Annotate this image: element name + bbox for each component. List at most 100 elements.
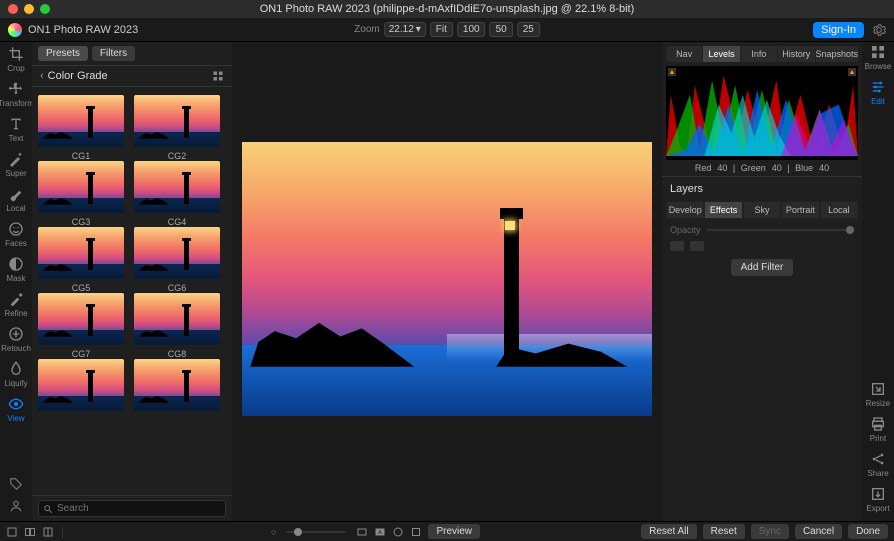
edit-module-tabs: DevelopEffectsSkyPortraitLocal bbox=[666, 201, 858, 219]
sliders-icon bbox=[870, 79, 886, 95]
preset-category-header[interactable]: ‹ Color Grade bbox=[32, 65, 232, 87]
tab-levels[interactable]: Levels bbox=[703, 46, 740, 62]
preset-category-title: Color Grade bbox=[48, 70, 108, 82]
zoom-value-input[interactable]: 22.12▾ bbox=[384, 22, 426, 37]
preset-label: CG4 bbox=[134, 217, 220, 227]
split-view-icon[interactable] bbox=[42, 526, 54, 538]
wand-icon bbox=[8, 151, 24, 167]
right-panel: NavLevelsInfoHistorySnapshots ▲ ▲ Red40 … bbox=[662, 42, 862, 521]
tool-crop[interactable]: Crop bbox=[0, 46, 34, 73]
opacity-slider[interactable] bbox=[707, 229, 854, 231]
search-input[interactable] bbox=[38, 500, 226, 517]
window-titlebar: ON1 Photo RAW 2023 (philippe-d-mAxfIDdiE… bbox=[0, 0, 894, 18]
tool-face[interactable]: Faces bbox=[0, 221, 34, 248]
module-tab-local[interactable]: Local bbox=[820, 201, 858, 219]
preset-thumbnails: CG1CG2CG3CG4CG5CG6CG7CG8 bbox=[32, 87, 232, 495]
preset-label: CG5 bbox=[38, 283, 124, 293]
tab-info[interactable]: Info bbox=[741, 46, 778, 62]
tool-print[interactable]: Print bbox=[866, 416, 890, 443]
module-tab-portrait[interactable]: Portrait bbox=[781, 201, 819, 219]
svg-text:A: A bbox=[379, 530, 383, 536]
tab-presets[interactable]: Presets bbox=[38, 46, 88, 61]
reset-button[interactable]: Reset bbox=[703, 524, 745, 539]
tool-wand[interactable]: Super bbox=[0, 151, 34, 178]
zoom-25-button[interactable]: 25 bbox=[517, 22, 540, 37]
chevron-left-icon[interactable]: ‹ bbox=[40, 70, 44, 82]
tool-export[interactable]: Export bbox=[866, 486, 890, 513]
single-view-icon[interactable] bbox=[6, 526, 18, 538]
tool-brush[interactable]: Local bbox=[0, 186, 34, 213]
add-filter-button[interactable]: Add Filter bbox=[731, 259, 794, 276]
tool-liquify[interactable]: Liquify bbox=[0, 361, 34, 388]
preset-label: CG3 bbox=[38, 217, 124, 227]
mask-thumb-icon[interactable] bbox=[690, 241, 704, 251]
tool-resize[interactable]: Resize bbox=[866, 381, 890, 408]
clipping-icon[interactable] bbox=[392, 526, 404, 538]
preset-thumb[interactable] bbox=[134, 293, 220, 345]
refine-icon bbox=[8, 291, 24, 307]
tab-nav[interactable]: Nav bbox=[666, 46, 703, 62]
softproof-icon[interactable] bbox=[356, 526, 368, 538]
zoom-fit-button[interactable]: Fit bbox=[430, 22, 453, 37]
tab-snapshots[interactable]: Snapshots bbox=[816, 46, 859, 62]
tool-grid[interactable]: Browse bbox=[865, 44, 892, 71]
share-icon bbox=[870, 451, 886, 467]
tool-label: View bbox=[7, 414, 24, 423]
preset-thumb[interactable] bbox=[38, 161, 124, 213]
transform-icon bbox=[8, 81, 24, 97]
preset-thumb[interactable] bbox=[134, 95, 220, 147]
cancel-button[interactable]: Cancel bbox=[795, 524, 842, 539]
zoom-50-button[interactable]: 50 bbox=[490, 22, 513, 37]
zoom-slider[interactable] bbox=[286, 531, 346, 533]
module-tab-effects[interactable]: Effects bbox=[704, 201, 742, 219]
preset-thumb[interactable] bbox=[38, 359, 124, 411]
tab-history[interactable]: History bbox=[778, 46, 815, 62]
mask-view-icon[interactable]: A bbox=[374, 526, 386, 538]
chevron-down-icon: ▾ bbox=[416, 24, 421, 35]
histogram[interactable]: ▲ ▲ bbox=[666, 66, 858, 160]
mask-icon bbox=[8, 256, 24, 272]
tag-icon[interactable] bbox=[9, 477, 23, 491]
signin-button[interactable]: Sign-In bbox=[813, 22, 864, 38]
preset-thumb[interactable] bbox=[38, 293, 124, 345]
tab-filters[interactable]: Filters bbox=[92, 46, 135, 61]
preset-thumb[interactable] bbox=[38, 95, 124, 147]
zoom-100-button[interactable]: 100 bbox=[457, 22, 486, 37]
tool-eye[interactable]: View bbox=[0, 396, 34, 423]
sync-button[interactable]: Sync bbox=[751, 524, 789, 539]
app-bar: ON1 Photo RAW 2023 Zoom 22.12▾ Fit 100 5… bbox=[0, 18, 894, 42]
tool-sliders[interactable]: Edit bbox=[865, 79, 892, 106]
compare-view-icon[interactable] bbox=[24, 526, 36, 538]
preview-button[interactable]: Preview bbox=[428, 524, 480, 539]
presets-panel: Presets Filters ‹ Color Grade CG1CG2CG3C… bbox=[32, 42, 232, 521]
tool-refine[interactable]: Refine bbox=[0, 291, 34, 318]
preset-label: CG8 bbox=[134, 349, 220, 359]
canvas-area[interactable] bbox=[232, 42, 662, 521]
tool-transform[interactable]: Transform bbox=[0, 81, 34, 108]
preset-thumb[interactable] bbox=[134, 227, 220, 279]
tool-text[interactable]: Text bbox=[0, 116, 34, 143]
grid-view-icon[interactable] bbox=[212, 70, 224, 82]
done-button[interactable]: Done bbox=[848, 524, 888, 539]
layer-thumb-icon[interactable] bbox=[670, 241, 684, 251]
main-image-preview bbox=[242, 142, 652, 416]
tool-share[interactable]: Share bbox=[866, 451, 890, 478]
app-name: ON1 Photo RAW 2023 bbox=[28, 24, 138, 36]
tool-label: Refine bbox=[4, 309, 27, 318]
tool-mask[interactable]: Mask bbox=[0, 256, 34, 283]
search-field[interactable] bbox=[57, 503, 221, 514]
tool-heal[interactable]: Retouch bbox=[0, 326, 34, 353]
person-icon[interactable] bbox=[9, 499, 23, 513]
reset-all-button[interactable]: Reset All bbox=[641, 524, 696, 539]
preset-thumb[interactable] bbox=[38, 227, 124, 279]
module-tab-develop[interactable]: Develop bbox=[666, 201, 704, 219]
tool-label: Edit bbox=[871, 97, 885, 106]
info-toggle-icon[interactable] bbox=[410, 526, 422, 538]
eye-icon bbox=[8, 396, 24, 412]
opacity-label: Opacity bbox=[670, 225, 701, 235]
preset-thumb[interactable] bbox=[134, 359, 220, 411]
tool-label: Liquify bbox=[4, 379, 27, 388]
module-tab-sky[interactable]: Sky bbox=[743, 201, 781, 219]
preset-thumb[interactable] bbox=[134, 161, 220, 213]
gear-icon[interactable] bbox=[872, 23, 886, 37]
